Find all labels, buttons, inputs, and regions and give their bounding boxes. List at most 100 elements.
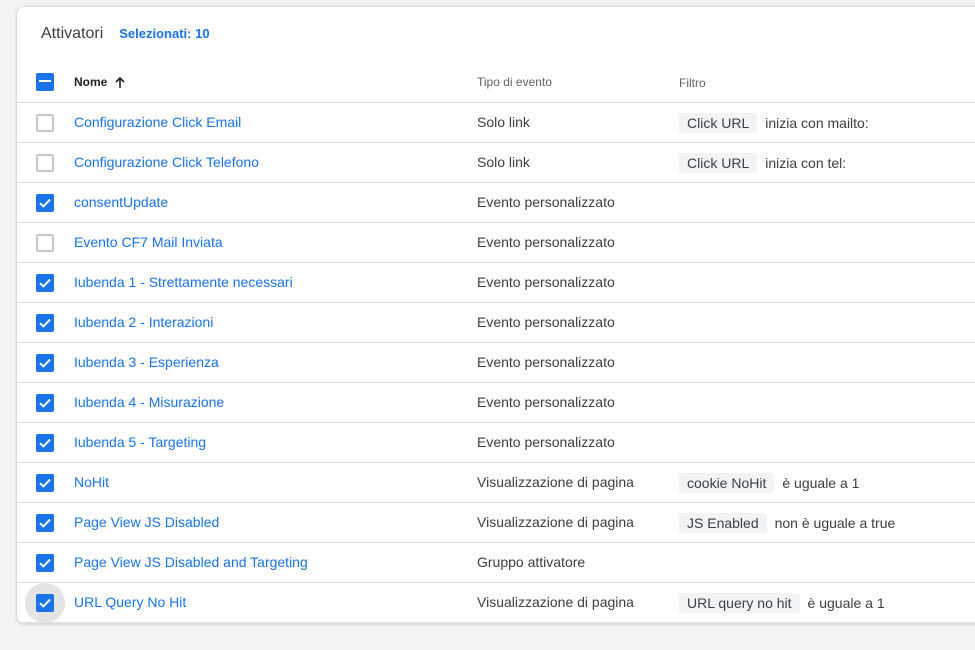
filter-cell: cookie NoHit è uguale a 1 — [679, 463, 859, 502]
trigger-name-link[interactable]: Iubenda 2 - Interazioni — [74, 314, 213, 330]
table-row[interactable]: Page View JS Disabled Visualizzazione di … — [17, 503, 975, 543]
table-row[interactable]: Iubenda 5 - Targeting Evento personalizza… — [17, 423, 975, 463]
event-type-cell: Evento personalizzato — [477, 354, 615, 370]
event-type-cell: Visualizzazione di pagina — [477, 594, 634, 610]
check-icon — [39, 478, 51, 488]
trigger-name-cell: consentUpdate — [74, 183, 168, 222]
trigger-name-cell: Configurazione Click Telefono — [74, 143, 259, 182]
check-icon — [39, 558, 51, 568]
row-checkbox[interactable] — [36, 554, 54, 572]
filter-cell: Click URL inizia con mailto: — [679, 103, 869, 142]
column-header-name[interactable]: Nome — [74, 63, 127, 102]
event-type-cell: Visualizzazione di pagina — [477, 474, 634, 490]
row-checkbox[interactable] — [36, 474, 54, 492]
row-checkbox[interactable] — [36, 594, 54, 612]
row-checkbox[interactable] — [36, 354, 54, 372]
filter-cell: Click URL inizia con tel: — [679, 143, 846, 182]
table-row[interactable]: Configurazione Click Telefono Solo link Cl… — [17, 143, 975, 183]
check-icon — [39, 198, 51, 208]
table-row[interactable]: Iubenda 3 - Esperienza Evento personalizz… — [17, 343, 975, 383]
card-title: Attivatori — [41, 25, 104, 42]
trigger-name-cell: Configurazione Click Email — [74, 103, 241, 142]
table-row[interactable]: Page View JS Disabled and Targeting Grupp… — [17, 543, 975, 583]
trigger-name-cell: Iubenda 1 - Strettamente necessari — [74, 263, 293, 302]
row-checkbox[interactable] — [36, 274, 54, 292]
filter-condition: è uguale a 1 — [782, 474, 860, 491]
check-icon — [39, 278, 51, 288]
trigger-name-link[interactable]: Configurazione Click Email — [74, 114, 241, 130]
column-header-type[interactable]: Tipo di evento — [477, 63, 552, 102]
filter-cell: URL query no hit è uguale a 1 — [679, 583, 885, 622]
trigger-name-cell: Iubenda 5 - Targeting — [74, 423, 206, 462]
check-icon — [39, 438, 51, 448]
trigger-name-cell: Iubenda 3 - Esperienza — [74, 343, 219, 382]
trigger-name-link[interactable]: consentUpdate — [74, 194, 168, 210]
table-row[interactable]: Iubenda 1 - Strettamente necessari Evento… — [17, 263, 975, 303]
trigger-name-link[interactable]: Page View JS Disabled — [74, 514, 219, 530]
event-type-cell: Evento personalizzato — [477, 234, 615, 250]
trigger-name-cell: Iubenda 2 - Interazioni — [74, 303, 213, 342]
table-row[interactable]: Iubenda 4 - Misurazione Evento personaliz… — [17, 383, 975, 423]
trigger-name-link[interactable]: Iubenda 4 - Misurazione — [74, 394, 224, 410]
trigger-name-cell: Iubenda 4 - Misurazione — [74, 383, 224, 422]
filter-condition: è uguale a 1 — [807, 594, 885, 611]
event-type-cell: Visualizzazione di pagina — [477, 514, 634, 530]
check-icon — [39, 318, 51, 328]
trigger-name-cell: Page View JS Disabled and Targeting — [74, 543, 308, 582]
table-row[interactable]: Configurazione Click Email Solo link Click… — [17, 103, 975, 143]
row-checkbox[interactable] — [36, 234, 54, 252]
trigger-name-link[interactable]: NoHit — [74, 474, 109, 490]
event-type-cell: Gruppo attivatore — [477, 554, 586, 570]
row-checkbox[interactable] — [36, 434, 54, 452]
check-icon — [39, 598, 51, 608]
triggers-card: Attivatori Selezionati: 10 Nome Tipo di … — [16, 6, 975, 624]
row-checkbox[interactable] — [36, 514, 54, 532]
trigger-name-link[interactable]: Iubenda 3 - Esperienza — [74, 354, 219, 370]
filter-variable-chip: cookie NoHit — [679, 472, 775, 493]
trigger-name-link[interactable]: Iubenda 5 - Targeting — [74, 434, 206, 450]
trigger-name-link[interactable]: Evento CF7 Mail Inviata — [74, 234, 223, 250]
trigger-name-cell: Page View JS Disabled — [74, 503, 219, 542]
trigger-name-link[interactable]: Page View JS Disabled and Targeting — [74, 554, 308, 570]
arrow-up-icon — [115, 76, 125, 88]
event-type-cell: Solo link — [477, 154, 530, 170]
table-row[interactable]: Evento CF7 Mail Inviata Evento personaliz… — [17, 223, 975, 263]
table-row[interactable]: consentUpdate Evento personalizzato — [17, 183, 975, 223]
trigger-name-link[interactable]: Configurazione Click Telefono — [74, 154, 259, 170]
filter-cell: JS Enabled non è uguale a true — [679, 503, 895, 542]
trigger-name-cell: NoHit — [74, 463, 109, 502]
check-icon — [39, 358, 51, 368]
table-header: Nome Tipo di evento Filtro — [17, 63, 975, 103]
event-type-cell: Evento personalizzato — [477, 274, 615, 290]
filter-variable-chip: URL query no hit — [679, 592, 800, 613]
table-row[interactable]: URL Query No Hit Visualizzazione di pagin… — [17, 583, 975, 623]
selected-count: Selezionati: 10 — [119, 26, 210, 41]
event-type-cell: Evento personalizzato — [477, 194, 615, 210]
table-row[interactable]: NoHit Visualizzazione di pagina cookie NoH… — [17, 463, 975, 503]
check-icon — [39, 398, 51, 408]
filter-condition: non è uguale a true — [774, 514, 896, 531]
event-type-cell: Evento personalizzato — [477, 434, 615, 450]
trigger-name-cell: Evento CF7 Mail Inviata — [74, 223, 223, 262]
filter-variable-chip: Click URL — [679, 112, 758, 133]
row-checkbox[interactable] — [36, 394, 54, 412]
event-type-cell: Evento personalizzato — [477, 314, 615, 330]
select-all-checkbox[interactable] — [36, 73, 54, 91]
row-checkbox[interactable] — [36, 114, 54, 132]
row-checkbox[interactable] — [36, 154, 54, 172]
filter-variable-chip: Click URL — [679, 152, 758, 173]
trigger-name-link[interactable]: URL Query No Hit — [74, 594, 186, 610]
column-header-filter[interactable]: Filtro — [679, 63, 706, 102]
filter-condition: inizia con mailto: — [765, 114, 869, 131]
check-icon — [39, 518, 51, 528]
trigger-name-link[interactable]: Iubenda 1 - Strettamente necessari — [74, 274, 293, 290]
filter-condition: inizia con tel: — [765, 154, 847, 171]
event-type-cell: Solo link — [477, 114, 530, 130]
row-checkbox[interactable] — [36, 194, 54, 212]
filter-variable-chip: JS Enabled — [679, 512, 767, 533]
row-checkbox[interactable] — [36, 314, 54, 332]
table-row[interactable]: Iubenda 2 - Interazioni Evento personaliz… — [17, 303, 975, 343]
trigger-name-cell: URL Query No Hit — [74, 583, 186, 622]
card-header: Attivatori Selezionati: 10 — [41, 25, 210, 43]
event-type-cell: Evento personalizzato — [477, 394, 615, 410]
